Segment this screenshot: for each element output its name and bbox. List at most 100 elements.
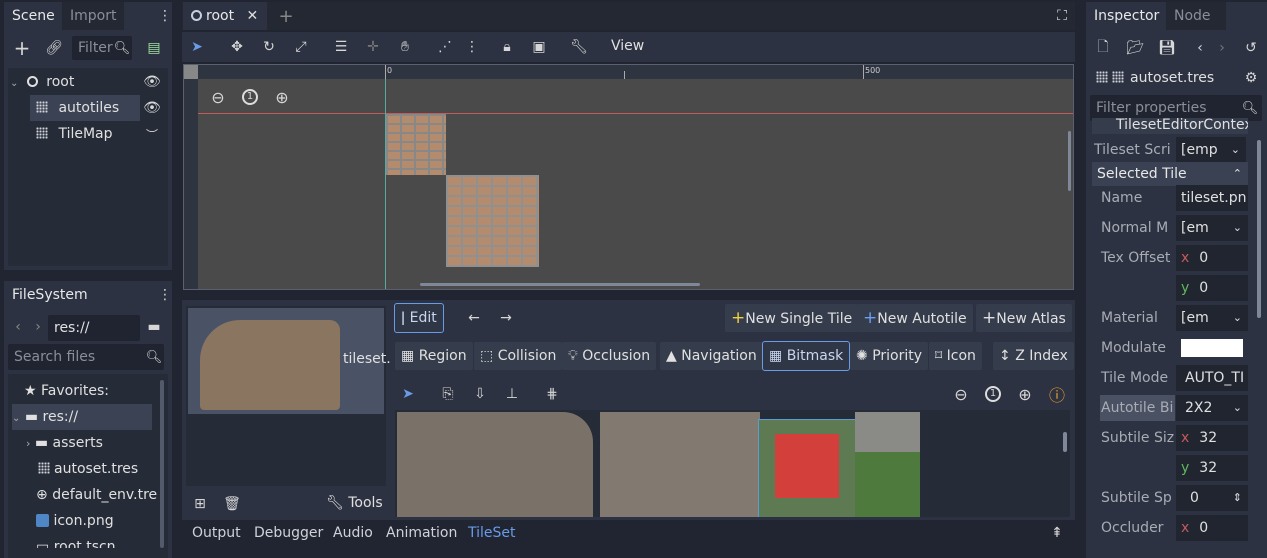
zoom-reset-button[interactable]: 1 (238, 85, 262, 109)
zoom-in-icon[interactable]: ⊕ (270, 85, 294, 109)
tab-root-scene[interactable]: root ✕ (183, 2, 267, 30)
select-tool-icon[interactable]: ➤ (185, 35, 209, 59)
info-icon[interactable]: ⓘ (1045, 382, 1069, 406)
name-field[interactable]: tileset.pn (1176, 185, 1248, 211)
zoom-out-icon[interactable]: ⊖ (949, 382, 973, 406)
tile-atlas-view[interactable] (395, 410, 1070, 517)
file-tree-scrollbar[interactable] (160, 380, 164, 548)
modulate-color-swatch[interactable] (1181, 339, 1243, 357)
resource-path[interactable]: autoset.tres (1096, 70, 1214, 86)
select-tool-icon[interactable]: ➤ (396, 382, 420, 406)
search-files-input[interactable]: Search files (8, 344, 164, 370)
new-single-tile-button[interactable]: +New Single Tile (725, 304, 859, 332)
prev-arrow-icon[interactable]: ← (462, 306, 486, 330)
viewport[interactable]: 0 500 ⊖ 1 ⊕ (183, 64, 1074, 290)
forward-arrow-icon[interactable]: › (26, 315, 50, 339)
bottom-tab-output[interactable]: Output (192, 525, 241, 541)
new-autotile-button[interactable]: +New Autotile (857, 304, 973, 332)
file-item-default-env[interactable]: ⊕ default_env.tre (36, 482, 157, 508)
bottom-tab-animation[interactable]: Animation (386, 525, 457, 541)
atlas-scrollbar[interactable] (1063, 432, 1067, 452)
zoom-in-icon[interactable]: ⊕ (1013, 382, 1037, 406)
file-item-root-tscn[interactable]: ▭ root.tscn (36, 534, 116, 548)
occluder-x-field[interactable]: x0 (1176, 515, 1248, 541)
autotile-bitmask-field[interactable]: 2X2 ⌄ (1176, 395, 1248, 421)
tex-offset-x-field[interactable]: x0 (1176, 245, 1248, 271)
history-icon[interactable]: ↺ (1239, 36, 1263, 60)
move-tool-icon[interactable]: ✥ (225, 35, 249, 59)
subtile-size-x-field[interactable]: x 32 (1176, 425, 1248, 451)
new-resource-icon[interactable]: 🗋︎ (1091, 36, 1115, 60)
file-item-favorites[interactable]: ★ Favorites: (24, 378, 109, 404)
clear-bitmask-icon[interactable]: ⊥ (500, 382, 524, 406)
tree-item-autotiles[interactable]: autotiles (30, 95, 140, 121)
filesystem-menu-icon[interactable]: ⋮ (153, 283, 177, 307)
copy-bitmask-icon[interactable]: ⎘ (436, 382, 460, 406)
selected-tile-section[interactable]: Selected Tile ⌃ (1092, 162, 1248, 186)
rotate-tool-icon[interactable]: ↻ (257, 35, 281, 59)
pan-tool-icon[interactable]: ✋︎ (393, 35, 417, 59)
grid-snap-icon[interactable]: ⋕ (540, 382, 564, 406)
tab-import[interactable]: Import (62, 2, 125, 30)
tools-menu[interactable]: 🔧︎ Tools (326, 495, 383, 511)
add-texture-icon[interactable]: ⊞ (188, 492, 212, 516)
vertical-scrollbar[interactable] (1068, 131, 1071, 191)
mode-navigation-button[interactable]: ▲ Navigation (660, 342, 763, 370)
subtile-spacing-field[interactable]: 0 ⇕ (1176, 485, 1248, 511)
bottom-tab-audio[interactable]: Audio (333, 525, 373, 541)
distraction-free-icon[interactable]: ⛶ (1050, 4, 1074, 28)
tab-inspector[interactable]: Inspector (1086, 2, 1168, 30)
pivot-tool-icon[interactable]: ✛ (361, 35, 385, 59)
expand-panel-icon[interactable]: ⇞ (1045, 521, 1069, 545)
visibility-eye-icon[interactable]: 👁︎ (140, 96, 164, 120)
edit-button[interactable]: ǀ Edit (394, 303, 444, 333)
list-select-icon[interactable]: ☰ (329, 35, 353, 59)
snap-tool-icon[interactable]: ⋰ (433, 35, 457, 59)
lock-icon[interactable]: 🔒︎ (495, 35, 519, 59)
add-node-icon[interactable]: + (10, 36, 34, 60)
next-arrow-icon[interactable]: → (494, 306, 518, 330)
paste-bitmask-icon[interactable]: ⇩ (468, 382, 492, 406)
bottom-tab-tileset[interactable]: TileSet (468, 525, 516, 541)
view-menu[interactable]: View (611, 38, 644, 54)
normal-map-field[interactable]: [em ⌄ (1176, 215, 1248, 241)
close-icon[interactable]: ✕ (247, 8, 259, 24)
file-item-asserts[interactable]: › ▬ asserts (26, 430, 103, 456)
bottom-tab-debugger[interactable]: Debugger (254, 525, 323, 541)
horizontal-scrollbar[interactable] (420, 283, 700, 286)
path-field[interactable]: res:// (48, 315, 140, 341)
visibility-eye-icon[interactable]: 👁︎ (140, 70, 164, 94)
object-properties-icon[interactable]: ⚙︎ (1239, 66, 1263, 90)
history-forward-icon[interactable]: › (1210, 36, 1234, 60)
file-item-icon-png[interactable]: icon.png (36, 508, 114, 534)
remove-texture-icon[interactable]: 🗑︎ (220, 492, 244, 516)
spinner-icon[interactable]: ⇕ (1233, 485, 1242, 511)
snap-options-icon[interactable]: ⋮ (460, 35, 484, 59)
save-icon[interactable]: 💾︎ (1155, 36, 1179, 60)
mode-icon-button[interactable]: ⌑ Icon (929, 342, 982, 370)
scene-dock-menu-icon[interactable]: ⋮ (153, 4, 177, 28)
file-item-autoset[interactable]: autoset.tres (38, 456, 138, 482)
bone-icon[interactable]: 🔧︎ (567, 35, 591, 59)
material-field[interactable]: [em ⌄ (1176, 305, 1248, 331)
tile-mode-field[interactable]: AUTO_TI (1176, 365, 1248, 391)
inspector-scrollbar[interactable] (1257, 140, 1261, 318)
zoom-out-icon[interactable]: ⊖ (206, 85, 230, 109)
add-scene-tab-icon[interactable]: + (274, 4, 298, 28)
instance-link-icon[interactable]: 🔗︎ (42, 36, 66, 60)
tileset-script-field[interactable]: [emp ⌄ (1176, 137, 1246, 163)
tab-filesystem[interactable]: FileSystem (4, 281, 96, 309)
mode-zindex-button[interactable]: ↕ Z Index (993, 342, 1074, 370)
zoom-reset-button[interactable]: 1 (981, 382, 1005, 406)
subtile-size-y-field[interactable]: y 32 (1176, 455, 1248, 481)
tab-node[interactable]: Node (1166, 2, 1226, 30)
tree-item-tilemap[interactable]: TileMap (30, 121, 140, 147)
file-item-res[interactable]: ⌄ ▬ res:// (12, 404, 152, 430)
visibility-hidden-icon[interactable]: ︶ (140, 122, 164, 146)
tex-offset-y-field[interactable]: y0 (1176, 275, 1248, 301)
scale-tool-icon[interactable]: ⤢ (289, 35, 313, 59)
mode-collision-button[interactable]: ⬚ Collision (474, 342, 563, 370)
script-add-icon[interactable]: ▤ (142, 36, 166, 60)
new-atlas-button[interactable]: +New Atlas (976, 304, 1072, 332)
group-icon[interactable]: ▣ (527, 35, 551, 59)
